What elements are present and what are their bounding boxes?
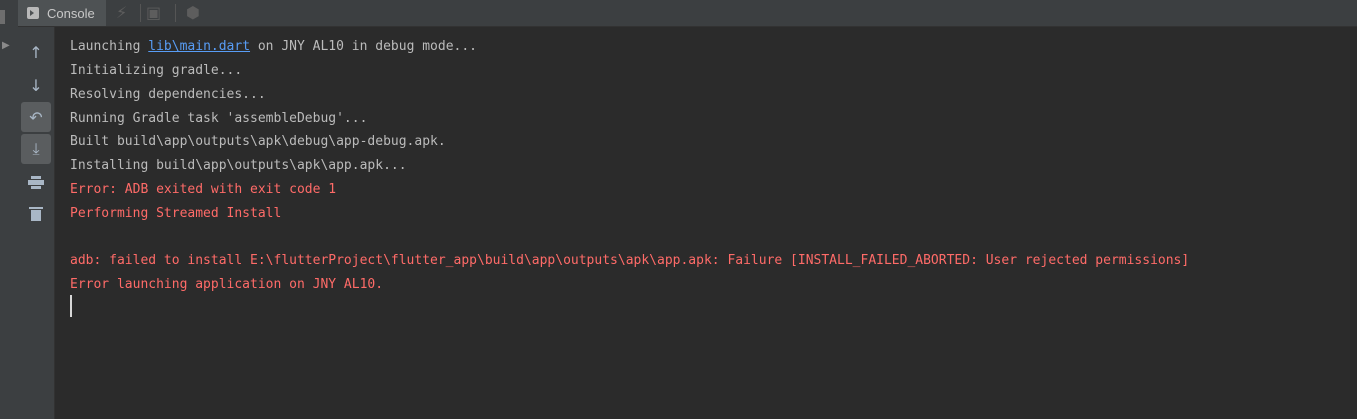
toolbar-separator <box>175 4 176 22</box>
gutter-marker <box>0 10 5 24</box>
debug-icon[interactable]: ▣ <box>146 4 161 22</box>
launch-suffix: on JNY AL10 in debug mode... <box>250 39 478 54</box>
arrow-up-icon[interactable]: ↑ <box>21 37 51 67</box>
console-error-line: Performing Streamed Install <box>70 206 282 221</box>
console-line: Resolving dependencies... <box>70 87 266 102</box>
launch-prefix: Launching <box>70 39 149 54</box>
stop-icon[interactable]: ⬢ <box>186 4 200 22</box>
toolbar-separator <box>140 4 141 22</box>
console-line-launch: Launching lib\main.dart on JNY AL10 in d… <box>70 39 477 55</box>
console-line: Initializing gradle... <box>70 63 243 78</box>
soft-wrap-icon[interactable]: ↶ <box>21 102 51 132</box>
print-icon[interactable] <box>21 167 51 197</box>
console-error-line: adb: failed to install E:\flutterProject… <box>70 253 1190 268</box>
arrow-down-icon[interactable]: ↓ <box>21 70 51 100</box>
console-output[interactable]: Launching lib\main.dart on JNY AL10 in d… <box>55 27 1357 419</box>
tab-console[interactable]: Console <box>18 0 106 26</box>
flash-icon[interactable]: ⚡ <box>116 4 127 22</box>
main-dart-link[interactable]: lib\main.dart <box>148 39 250 54</box>
gutter-arrow-icon[interactable]: ▶ <box>2 40 10 51</box>
console-error-line: Error launching application on JNY AL10. <box>70 277 384 292</box>
console-line: Installing build\app\outputs\apk\app.apk… <box>70 158 407 173</box>
scroll-to-end-icon[interactable]: ⤓ <box>21 134 51 164</box>
console-error-line: Error: ADB exited with exit code 1 <box>70 182 337 197</box>
tab-console-label: Console <box>47 5 95 21</box>
text-cursor <box>70 295 72 317</box>
console-line: Running Gradle task 'assembleDebug'... <box>70 111 368 126</box>
console-icon <box>27 7 39 19</box>
console-side-toolbar: ↑ ↓ ↶ ⤓ <box>18 27 55 419</box>
trash-icon[interactable] <box>21 199 51 229</box>
console-line: Built build\app\outputs\apk\debug\app-de… <box>70 134 446 149</box>
left-gutter: ▶ <box>0 0 19 419</box>
tool-window-header: Console ⚡ ▣ ⬢ <box>18 0 1357 27</box>
